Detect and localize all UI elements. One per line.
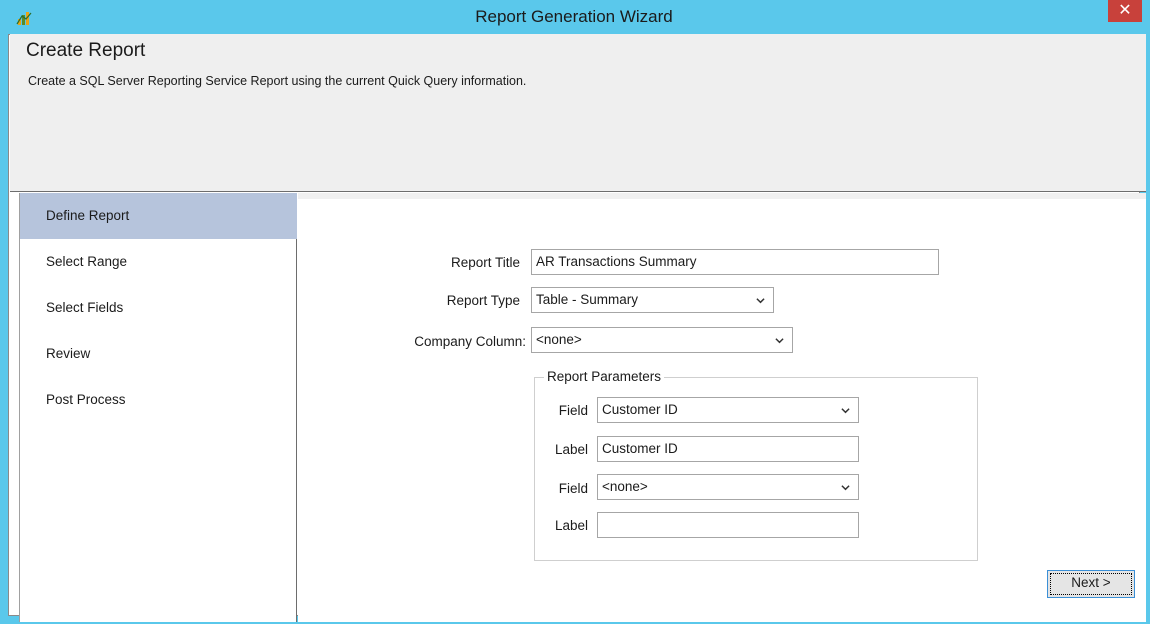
report-title-input[interactable]: AR Transactions Summary <box>531 249 939 275</box>
header-panel: Create Report Create a SQL Server Report… <box>10 34 1146 192</box>
chevron-down-icon <box>775 338 784 344</box>
chevron-down-icon <box>841 408 850 414</box>
param-label2-label: Label <box>554 518 588 533</box>
param-field2-select[interactable]: <none> <box>597 474 859 500</box>
nav-item-define-report[interactable]: Define Report <box>20 193 297 239</box>
company-column-select[interactable]: <none> <box>531 327 793 353</box>
param-label2-input[interactable] <box>597 512 859 538</box>
param-field1-select[interactable]: Customer ID <box>597 397 859 423</box>
param-label1-input[interactable]: Customer ID <box>597 436 859 462</box>
company-column-value: <none> <box>536 332 582 347</box>
report-type-value: Table - Summary <box>536 292 639 307</box>
company-column-label: Company Column: <box>414 334 526 349</box>
report-title-label: Report Title <box>450 255 520 270</box>
param-field2-value: <none> <box>602 479 648 494</box>
close-button[interactable]: ✕ <box>1108 0 1142 22</box>
param-label1-label: Label <box>554 442 588 457</box>
param-field1-label: Field <box>558 403 588 418</box>
title-bar[interactable]: Report Generation Wizard ✕ <box>0 0 1148 34</box>
page-description: Create a SQL Server Reporting Service Re… <box>28 74 527 88</box>
nav-item-select-fields[interactable]: Select Fields <box>20 285 297 331</box>
param-field1-value: Customer ID <box>602 402 678 417</box>
wizard-step-list: Define Report Select Range Select Fields… <box>19 193 297 622</box>
next-button[interactable]: Next > <box>1047 570 1135 598</box>
nav-item-post-process[interactable]: Post Process <box>20 377 297 423</box>
close-icon: ✕ <box>1118 2 1132 19</box>
window-title: Report Generation Wizard <box>475 7 673 26</box>
focus-rectangle <box>1050 573 1132 595</box>
report-type-select[interactable]: Table - Summary <box>531 287 774 313</box>
report-type-label: Report Type <box>446 293 520 308</box>
nav-item-select-range[interactable]: Select Range <box>20 239 297 285</box>
nav-item-review[interactable]: Review <box>20 331 297 377</box>
param-field2-label: Field <box>558 481 588 496</box>
report-parameters-title: Report Parameters <box>544 369 665 384</box>
chevron-down-icon <box>756 298 765 304</box>
chevron-down-icon <box>841 485 850 491</box>
page-title: Create Report <box>26 40 146 61</box>
